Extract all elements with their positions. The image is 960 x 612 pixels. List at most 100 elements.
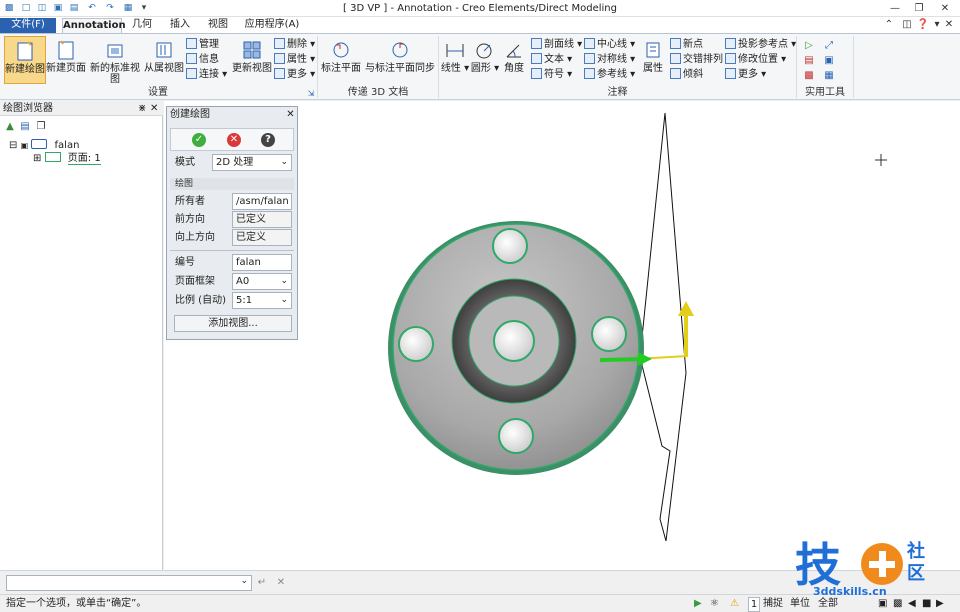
open-folder-icon[interactable]: ◫ (36, 2, 48, 14)
tree-item-root[interactable]: ⊟ ▣ falan (9, 139, 79, 152)
update-view-button[interactable]: 更新视图 (232, 36, 272, 84)
watermark-char-2: 社 (907, 540, 925, 562)
ribbon-tabs: 文件(F) Annotation 几何 插入 视图 应用程序(A) ⌃ ◫ ❓ … (0, 17, 960, 33)
owner-field[interactable]: /asm/falan (232, 193, 292, 210)
redo-icon[interactable]: ↷ (104, 2, 116, 14)
window-icon[interactable]: ▣ (822, 54, 836, 68)
tree-view-icon[interactable]: ▤ (18, 120, 32, 134)
print-icon[interactable]: ▤ (68, 2, 80, 14)
close-button[interactable]: ✕ (934, 1, 956, 16)
select-filter-icon[interactable]: ▦ (122, 2, 134, 14)
more-annotation-button[interactable]: 更多 ▾ (725, 68, 766, 82)
from-view-label: 从属视图 (144, 63, 184, 74)
center-line-button[interactable]: 中心线 ▾ (584, 38, 635, 52)
restore-button[interactable]: ❐ (908, 1, 930, 16)
browser-close-icon[interactable]: ✕ (150, 101, 158, 116)
page-frame-label: 页面框架 (175, 276, 215, 287)
add-view-button[interactable]: 添加视图... (174, 315, 292, 332)
app-icon[interactable]: ▩ (3, 2, 15, 14)
up-direction-field[interactable]: 已定义 (232, 229, 292, 246)
expand-icon[interactable]: ⤢ (822, 39, 836, 53)
stagger-button[interactable]: 交错排列 (670, 53, 723, 67)
linear-dim-button[interactable]: 线性 ▾ (440, 36, 470, 84)
chevron-down-icon[interactable]: ⌄ (240, 576, 248, 586)
attributes-button[interactable]: 属性 (638, 36, 668, 84)
dialog-close-icon[interactable]: ✕ (284, 107, 297, 123)
warning-icon[interactable]: ⚠ (730, 595, 739, 612)
tree-copy-icon[interactable]: ❐ (34, 120, 48, 134)
save-icon[interactable]: ▣ (52, 2, 64, 14)
new-page-button[interactable]: 新建页面 (46, 36, 86, 84)
info-button[interactable]: 信息 (186, 53, 219, 67)
new-std-view-button[interactable]: 新的标准视图 (86, 36, 144, 85)
sync-dim-plane-button[interactable]: 与标注平面同步 (364, 36, 436, 84)
delete-button[interactable]: 删除 ▾ (274, 38, 315, 52)
new-drawing-button[interactable]: 新建绘图 (4, 36, 46, 84)
snap-label[interactable]: 捕捉 (763, 595, 783, 612)
next-icon[interactable]: ▶ (936, 595, 944, 612)
command-input[interactable]: ⌄ (6, 575, 252, 591)
tab-insert[interactable]: 插入 (162, 18, 198, 33)
proj-ref-point-button[interactable]: 投影参考点 ▾ (725, 38, 796, 52)
manage-button[interactable]: 管理 (186, 38, 219, 52)
text-button[interactable]: 文本 ▾ (531, 53, 572, 67)
tab-annotation[interactable]: Annotation (62, 18, 126, 33)
unit-label[interactable]: 单位 (790, 595, 810, 612)
new-file-icon[interactable]: □ (20, 2, 32, 14)
expand-icon[interactable]: ⊞ (33, 153, 41, 164)
angle-dim-button[interactable]: 角度 (500, 36, 528, 84)
play-icon[interactable]: ▷ (802, 39, 816, 53)
run-icon[interactable]: ▶ (694, 595, 702, 612)
ok-check-icon[interactable]: ✓ (192, 133, 206, 147)
bolt-hole-top (492, 228, 528, 264)
cancel-x-icon[interactable]: ✕ (227, 133, 241, 147)
number-field[interactable]: falan (232, 254, 292, 271)
scale-select[interactable]: 5:1 ⌄ (232, 292, 292, 309)
stop-icon[interactable]: ■ (922, 595, 931, 612)
more-button[interactable]: 更多 ▾ (274, 68, 315, 82)
section-line-button[interactable]: 剖面线 ▾ (531, 38, 582, 52)
help-question-icon[interactable]: ? (261, 133, 275, 147)
dim-plane-button[interactable]: 标注平面 (320, 36, 362, 84)
symmetry-line-button[interactable]: 对称线 ▾ (584, 53, 635, 67)
modify-position-button[interactable]: 修改位置 ▾ (725, 53, 786, 67)
walk-icon[interactable]: ⚛ (710, 595, 719, 612)
chevron-down-icon: ⌄ (280, 295, 288, 305)
view-icon-1[interactable]: ▣ (878, 595, 887, 612)
view-icon-2[interactable]: ▩ (893, 595, 902, 612)
connect-button[interactable]: 连接 ▾ (186, 68, 227, 82)
ref-line-button[interactable]: 参考线 ▾ (584, 68, 635, 82)
properties-button[interactable]: 属性 ▾ (274, 53, 315, 67)
tab-geometry[interactable]: 几何 (124, 18, 160, 33)
circle-dim-button[interactable]: 圆形 ▾ (470, 36, 500, 84)
minimize-button[interactable]: — (884, 1, 906, 16)
symbol-button[interactable]: 符号 ▾ (531, 68, 572, 82)
collapse-icon[interactable]: ⊟ (9, 140, 17, 151)
front-direction-field[interactable]: 已定义 (232, 211, 292, 228)
customize-qa-icon[interactable]: ▾ (138, 2, 150, 14)
enter-icon[interactable]: ↵ (255, 576, 269, 590)
new-point-button[interactable]: 新点 (670, 38, 703, 52)
tab-file[interactable]: 文件(F) (0, 18, 56, 33)
new-page-icon (58, 40, 74, 60)
from-view-button[interactable]: 从属视图 (144, 36, 184, 84)
mode-select[interactable]: 2D 处理 ⌄ (212, 154, 292, 171)
grid-icon[interactable]: ▦ (822, 69, 836, 83)
edit-icon[interactable]: ▤ (802, 54, 816, 68)
clear-icon[interactable]: ✕ (274, 576, 288, 590)
tree-item-page[interactable]: ⊞ 页面: 1 (33, 152, 101, 165)
prev-icon[interactable]: ◀ (908, 595, 916, 612)
tab-applications[interactable]: 应用程序(A) (240, 18, 304, 33)
all-label[interactable]: 全部 (818, 595, 838, 612)
ribbon-close-icon[interactable]: ✕ (938, 17, 960, 32)
sheet-icon[interactable]: ▩ (802, 69, 816, 83)
create-drawing-dialog: 创建绘图 ✕ ✓ ✕ ? 模式 2D 处理 ⌄ 绘图 所有者 /asm/falan… (166, 106, 298, 340)
info-icon (186, 53, 197, 64)
tilt-button[interactable]: 倾斜 (670, 68, 703, 82)
tree-filter-icon[interactable]: ▲ (3, 120, 17, 134)
page-frame-select[interactable]: A0 ⌄ (232, 273, 292, 290)
pin-icon[interactable]: ⋇ (138, 101, 146, 116)
tab-view[interactable]: 视图 (200, 18, 236, 33)
settings-launcher-icon[interactable]: ⇲ (304, 87, 318, 101)
undo-icon[interactable]: ↶ (86, 2, 98, 14)
